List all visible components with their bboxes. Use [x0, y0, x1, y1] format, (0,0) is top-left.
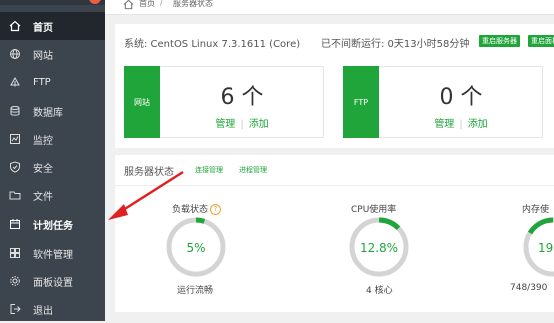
home-icon[interactable] — [123, 0, 134, 12]
sidebar-item-label: 文件 — [33, 191, 53, 203]
logout-icon — [9, 303, 21, 315]
process-manage-link[interactable]: 进程管理 — [239, 165, 267, 175]
uptime-text: 已不间断运行: 0天13小时58分钟 — [321, 39, 470, 50]
sidebar-item-database[interactable]: 数据库 — [0, 97, 105, 125]
cpu-cores: 4 核心 — [366, 286, 393, 296]
monitor-icon — [9, 133, 21, 145]
sidebar-item-label: FTP — [33, 76, 51, 88]
memory-value: 19 — [538, 241, 554, 255]
ftp-icon — [9, 76, 21, 88]
website-links: 管理 | 添加 — [161, 115, 323, 130]
website-card: 网站 6 个 管理 | 添加 — [124, 66, 324, 138]
load-label-text: 负载状态 — [172, 205, 209, 215]
breadcrumb: 首页 / 服务器状态 — [105, 0, 554, 15]
database-icon — [9, 105, 21, 117]
load-value: 5% — [186, 241, 206, 255]
memory-gauge-fill — [527, 217, 554, 235]
sidebar-item-label: 计划任务 — [33, 220, 73, 232]
memory-label: 内存使 — [522, 205, 550, 215]
ftp-manage-link[interactable]: 管理 — [434, 119, 454, 130]
sidebar-item-settings[interactable]: 面板设置 — [0, 267, 105, 295]
connection-manage-link[interactable]: 连接管理 — [195, 165, 223, 175]
system-info: 系统: CentOS Linux 7.3.1611 (Core) — [124, 39, 301, 50]
sidebar-item-files[interactable]: 文件 — [0, 181, 105, 209]
breadcrumb-separator: / — [160, 0, 163, 7]
app-icon — [9, 247, 21, 259]
server-status-title: 服务器状态 — [124, 167, 174, 178]
memory-usage: 748/390 — [510, 283, 548, 293]
folder-icon — [9, 189, 21, 201]
sidebar-item-website[interactable]: 网站 — [0, 40, 105, 68]
sidebar-item-label: 软件管理 — [33, 249, 73, 261]
sidebar-item-home[interactable]: 首页 — [0, 12, 105, 40]
website-manage-link[interactable]: 管理 — [215, 119, 235, 130]
sidebar: 首页 网站 FTP 数据库 监控 安全 文件 计划任务 软件管理 面板设置 退出 — [0, 0, 105, 321]
overview-panel: 系统: CentOS Linux 7.3.1611 (Core) 已不间断运行:… — [115, 24, 554, 148]
sidebar-item-ftp[interactable]: FTP — [0, 68, 105, 96]
website-add-link[interactable]: 添加 — [249, 119, 269, 130]
sidebar-item-label: 安全 — [33, 163, 53, 175]
link-divider: | — [459, 119, 463, 130]
sidebar-item-label: 首页 — [33, 22, 53, 34]
sidebar-item-software[interactable]: 软件管理 — [0, 239, 105, 267]
restart-server-button[interactable]: 重启服务器 — [479, 35, 520, 47]
ftp-tag: FTP — [343, 66, 379, 138]
sidebar-item-logout[interactable]: 退出 — [0, 295, 105, 323]
load-label: 负载状态? — [172, 202, 222, 215]
sidebar-item-label: 面板设置 — [33, 277, 73, 289]
calendar-icon — [9, 218, 21, 230]
cpu-value: 12.8% — [359, 241, 399, 255]
main-content: 首页 / 服务器状态 系统: CentOS Linux 7.3.1611 (Co… — [105, 0, 554, 321]
website-tag: 网站 — [124, 66, 160, 138]
server-status-header: 服务器状态 连接管理 进程管理 — [115, 155, 554, 186]
sidebar-item-label: 退出 — [33, 305, 53, 317]
ftp-add-link[interactable]: 添加 — [468, 119, 488, 130]
ftp-count: 0 个 — [439, 85, 483, 110]
home-icon — [9, 20, 21, 32]
globe-icon — [9, 48, 21, 60]
sidebar-item-cron[interactable]: 计划任务 — [0, 210, 105, 238]
help-icon[interactable]: ? — [210, 204, 222, 215]
sidebar-item-monitor[interactable]: 监控 — [0, 125, 105, 153]
ftp-card: FTP 0 个 管理 | 添加 — [343, 66, 543, 138]
breadcrumb-home[interactable]: 首页 — [139, 0, 155, 9]
ftp-links: 管理 | 添加 — [380, 115, 542, 130]
link-divider: | — [240, 119, 244, 130]
sidebar-item-label: 监控 — [33, 135, 53, 147]
breadcrumb-current: 服务器状态 — [173, 0, 213, 8]
restart-panel-button[interactable]: 重启面板 — [528, 35, 554, 47]
sidebar-item-label: 数据库 — [33, 107, 63, 119]
load-status-text: 运行流畅 — [177, 286, 214, 296]
cpu-label: CPU使用率 — [351, 205, 397, 215]
sidebar-item-security[interactable]: 安全 — [0, 153, 105, 181]
website-count: 6 个 — [220, 85, 264, 110]
shield-icon — [9, 161, 21, 173]
server-status-panel: 服务器状态 连接管理 进程管理 负载状态? 5% 运行流畅 CPU使用率 12.… — [115, 155, 554, 312]
sidebar-item-label: 网站 — [33, 50, 53, 62]
gear-icon — [9, 275, 21, 287]
